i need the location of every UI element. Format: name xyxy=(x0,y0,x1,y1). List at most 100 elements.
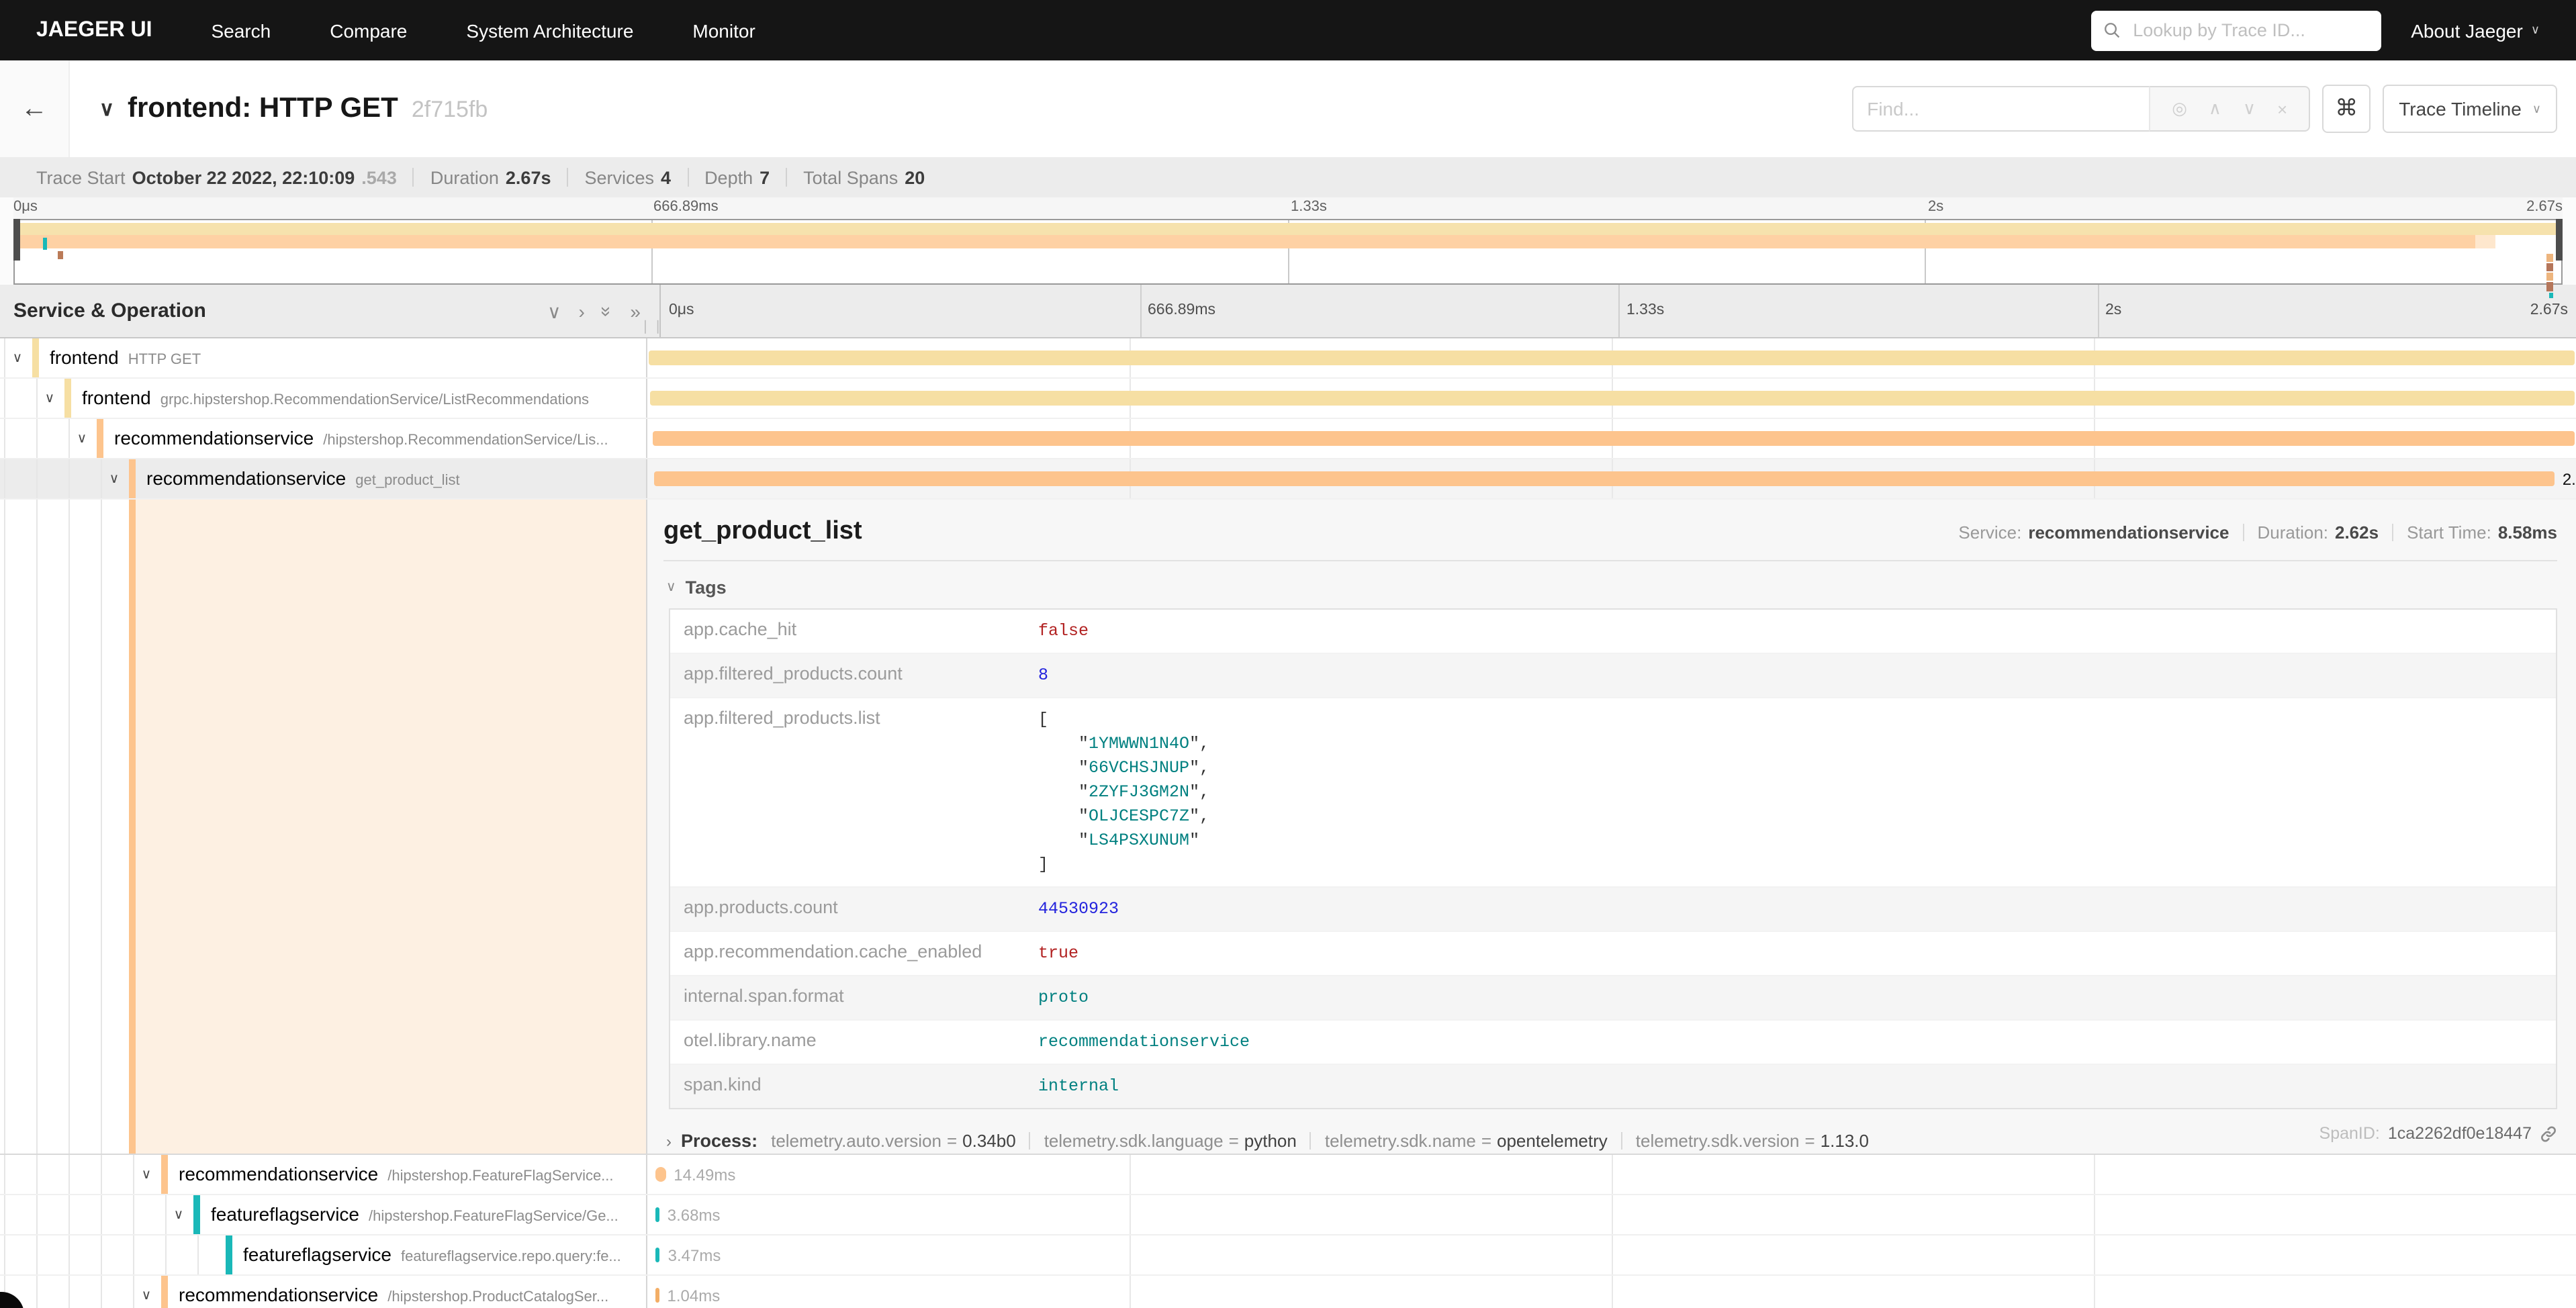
minimap-tick: 2.67s xyxy=(2526,199,2563,215)
process-divider xyxy=(1029,1132,1031,1150)
span-tree-cell: ∨recommendationservice/hipstershop.Produ… xyxy=(0,1276,647,1308)
jaeger-trace-page: JAEGER UI Search Compare System Architectu… xyxy=(0,0,2576,1308)
double-chevron-right-icon[interactable]: » xyxy=(630,301,641,320)
viewport-drag-handle-right[interactable] xyxy=(2556,219,2563,261)
span-row[interactable]: ∨recommendationservice/hipstershop.Recom… xyxy=(0,419,2576,459)
prev-match-icon[interactable]: ∧ xyxy=(2209,98,2221,120)
span-detail-highlight xyxy=(136,500,646,1154)
list-item: "LS4PSXUNUM" xyxy=(1038,829,2545,853)
span-row[interactable]: ∨recommendationservice/hipstershop.Produ… xyxy=(0,1276,2576,1308)
span-row[interactable]: ∨recommendationserviceget_product_list2.… xyxy=(0,459,2576,500)
span-detail-meta: Service:recommendationserviceDuration:2.… xyxy=(1958,522,2557,543)
indent-guide xyxy=(4,1195,5,1234)
process-label: Process: xyxy=(681,1131,757,1151)
span-row[interactable]: featureflagservicefeatureflagservice.rep… xyxy=(0,1235,2576,1276)
tags-title: Tags xyxy=(686,577,727,598)
process-section[interactable]: › Process: telemetry.auto.version=0.34b0… xyxy=(666,1131,2557,1151)
tags-section-header[interactable]: ∨ Tags xyxy=(666,577,2557,598)
double-chevron-down-icon[interactable]: » xyxy=(598,306,617,316)
trace-id: 2f715fb xyxy=(412,97,488,124)
span-detail-row: get_product_list Service:recommendations… xyxy=(0,500,2576,1155)
span-duration-bar[interactable] xyxy=(655,1167,665,1182)
equals-sign: = xyxy=(1805,1131,1815,1151)
expand-chevron-icon[interactable]: ∨ xyxy=(106,471,122,486)
process-key: telemetry.sdk.language xyxy=(1044,1131,1224,1151)
quote: ", xyxy=(1189,735,1209,753)
span-name: frontendgrpc.hipstershop.RecommendationS… xyxy=(82,386,589,410)
tag-value: proto xyxy=(1027,976,2556,1019)
minimap-span-mark xyxy=(58,251,63,259)
expand-chevron-icon[interactable]: ∨ xyxy=(9,351,26,365)
trace-title-group: ∨ frontend: HTTP GET 2f715fb xyxy=(99,93,488,125)
span-row[interactable]: ∨frontendHTTP GET xyxy=(0,338,2576,379)
trace-lookup-input[interactable] xyxy=(2130,19,2369,42)
span-bar-cell[interactable] xyxy=(647,338,2576,377)
span-bar-cell[interactable]: 3.47ms xyxy=(647,1235,2576,1274)
expand-chevron-icon[interactable]: ∨ xyxy=(42,391,58,406)
nav-item-monitor[interactable]: Monitor xyxy=(692,19,755,41)
expand-chevron-icon[interactable]: ∨ xyxy=(171,1207,187,1222)
span-tree-cell: ∨recommendationservice/hipstershop.Featu… xyxy=(0,1155,647,1194)
timeline-gridline xyxy=(1130,1235,1131,1274)
list-item-value: LS4PSXUNUM xyxy=(1089,831,1189,850)
timeline-gridline xyxy=(1612,1276,1613,1308)
expand-chevron-icon[interactable]: ∨ xyxy=(138,1167,154,1182)
indent-guide xyxy=(4,1235,5,1274)
span-bar-cell[interactable] xyxy=(647,379,2576,418)
focus-match-icon[interactable]: ◎ xyxy=(2172,98,2187,120)
expand-chevron-icon[interactable]: ∨ xyxy=(74,431,90,446)
back-button[interactable]: ← xyxy=(0,60,70,157)
span-row[interactable]: ∨recommendationservice/hipstershop.Featu… xyxy=(0,1155,2576,1195)
nav-item-compare[interactable]: Compare xyxy=(330,19,407,41)
span-duration-bar[interactable] xyxy=(656,1288,659,1303)
stat-label: Services xyxy=(585,167,655,187)
indent-guide xyxy=(68,459,70,498)
timeline-gridline xyxy=(1612,1155,1613,1194)
span-id-row: SpanID: 1ca2262df0e18447 xyxy=(2319,1124,2557,1143)
timeline-gridline xyxy=(1612,1235,1613,1274)
chevron-down-icon[interactable]: ∨ xyxy=(547,301,561,320)
span-color-bar xyxy=(32,338,39,377)
span-row[interactable]: ∨ frontendgrpc.hipstershop.Recommendation… xyxy=(0,379,2576,419)
trace-view-select[interactable]: Trace Timeline ∨ xyxy=(2383,85,2557,133)
span-rows-bottom: ∨recommendationservice/hipstershop.Featu… xyxy=(0,1155,2576,1308)
span-duration-bar[interactable] xyxy=(648,351,2575,365)
trace-lookup-box[interactable] xyxy=(2091,10,2381,50)
process-item: telemetry.sdk.version=1.13.0 xyxy=(1636,1131,1869,1151)
span-duration-bar[interactable] xyxy=(655,1207,659,1222)
deep-link-icon[interactable] xyxy=(2540,1125,2557,1142)
timeline-gridline xyxy=(2094,1155,2095,1194)
clear-find-icon[interactable]: × xyxy=(2277,99,2287,119)
collapse-header-icon[interactable]: ∨ xyxy=(99,97,114,121)
span-row[interactable]: ∨featureflagservice/hipstershop.FeatureF… xyxy=(0,1195,2576,1235)
span-bar-cell[interactable] xyxy=(647,419,2576,458)
span-bar-cell[interactable]: 3.68ms xyxy=(647,1195,2576,1234)
tag-key: otel.library.name xyxy=(670,1021,1027,1064)
keyboard-shortcuts-button[interactable]: ⌘ xyxy=(2322,85,2371,133)
tag-key: app.filtered_products.count xyxy=(670,654,1027,697)
span-duration-bar[interactable] xyxy=(656,1248,660,1262)
tag-value-text: recommendationservice xyxy=(1038,1033,1250,1052)
nav-item-search[interactable]: Search xyxy=(212,19,271,41)
viewport-drag-handle-left[interactable] xyxy=(13,219,20,261)
indent-guide xyxy=(165,1195,167,1234)
minimap-canvas[interactable] xyxy=(13,219,2563,285)
about-jaeger-menu[interactable]: About Jaeger ∨ xyxy=(2411,19,2540,41)
expand-chevron-icon[interactable]: ∨ xyxy=(138,1288,154,1303)
next-match-icon[interactable]: ∨ xyxy=(2243,98,2256,120)
find-input[interactable] xyxy=(1852,86,2149,132)
span-bar-cell[interactable]: 1.04ms xyxy=(647,1276,2576,1308)
span-duration-bar[interactable] xyxy=(649,391,2574,406)
equals-sign: = xyxy=(1229,1131,1239,1151)
timeline-gridline xyxy=(2094,1276,2095,1308)
trace-header-controls: ◎ ∧ ∨ × ⌘ Trace Timeline ∨ xyxy=(1852,85,2557,133)
span-duration-bar[interactable] xyxy=(655,471,2555,486)
tag-value: ["1YMWWN1N4O","66VCHSJNUP","2ZYFJ3GM2N",… xyxy=(1027,698,2556,886)
span-bar-cell[interactable]: 14.49ms xyxy=(647,1155,2576,1194)
app-logo[interactable]: JAEGER UI xyxy=(36,18,152,42)
nav-item-system-architecture[interactable]: System Architecture xyxy=(466,19,633,41)
chevron-right-icon[interactable]: › xyxy=(578,301,584,320)
span-duration-bar[interactable] xyxy=(652,431,2575,446)
indent-guide xyxy=(133,1276,134,1308)
span-bar-cell[interactable]: 2.62s xyxy=(647,459,2576,498)
